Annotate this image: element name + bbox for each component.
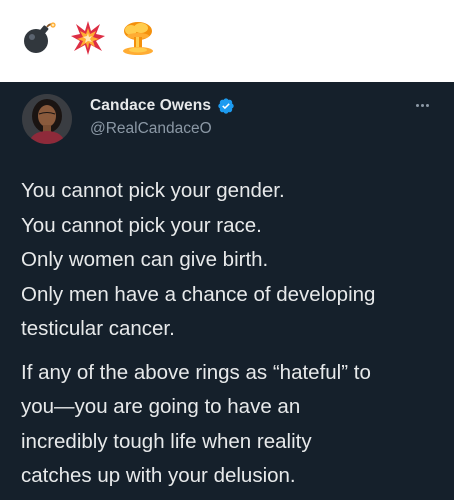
- screenshot: Candace Owens @RealCandaceO You cannot p…: [0, 0, 454, 500]
- more-dot: [415, 103, 419, 107]
- more-dot: [420, 103, 424, 107]
- more-dot: [425, 103, 429, 107]
- verified-badge-icon: [218, 98, 234, 114]
- mushroom-cloud-icon: [123, 22, 153, 55]
- emoji-row: [20, 20, 156, 56]
- more-options-icon[interactable]: [410, 97, 434, 113]
- emoji-bar: [0, 0, 454, 82]
- tweet-card: Candace Owens @RealCandaceO You cannot p…: [0, 82, 454, 500]
- tweet-line: Only women can give birth.: [21, 248, 269, 271]
- tweet-line: you—you are going to have an: [21, 395, 301, 418]
- tweet-line: If any of the above rings as “hateful” t…: [21, 360, 371, 384]
- tweet-line: You cannot pick your race.: [21, 213, 262, 237]
- avatar[interactable]: [22, 94, 72, 144]
- profile-photo: [22, 94, 72, 144]
- tweet-paragraph: If any of the above rings as “hateful” t…: [21, 356, 441, 494]
- collision-icon: [71, 21, 105, 55]
- author-display-name[interactable]: Candace Owens: [90, 97, 211, 115]
- tweet-paragraph: You cannot pick your gender. You cannot …: [21, 174, 441, 347]
- tweet-line: You cannot pick your gender.: [21, 179, 285, 202]
- tweet-line: incredibly tough life when reality: [21, 429, 312, 453]
- bomb-icon: [24, 22, 56, 53]
- tweet-line: catches up with your delusion.: [21, 464, 296, 487]
- author-name-row: Candace Owens: [90, 97, 235, 115]
- tweet-line: Only men have a chance of developing: [21, 282, 376, 306]
- tweet-line: testicular cancer.: [21, 317, 175, 340]
- tweet-text: You cannot pick your gender. You cannot …: [21, 174, 441, 494]
- author-handle[interactable]: @RealCandaceO: [90, 120, 212, 138]
